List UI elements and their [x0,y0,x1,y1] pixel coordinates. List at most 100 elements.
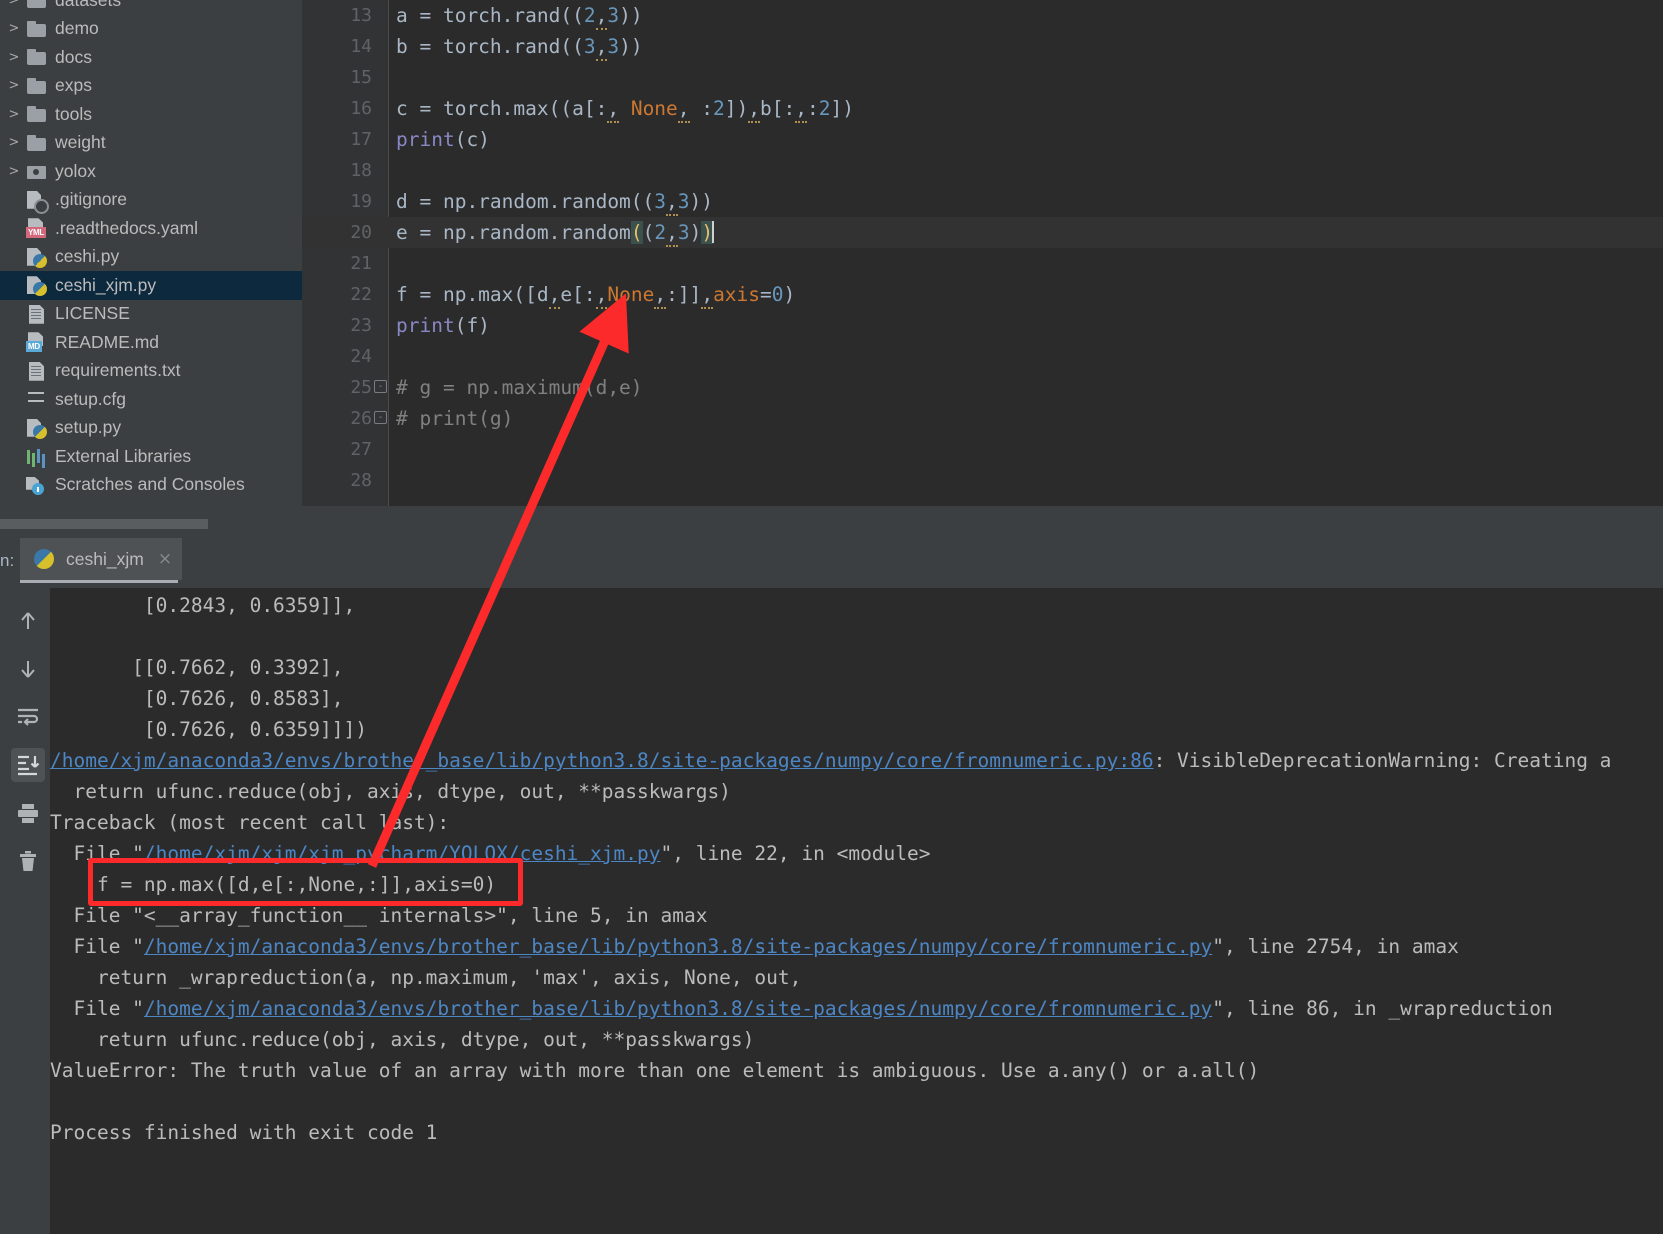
tree-item-exps[interactable]: > exps [0,72,302,101]
tree-item-demo[interactable]: > demo [0,15,302,44]
chevron-right-icon[interactable]: > [4,21,24,36]
tree-item-datasets[interactable]: > datasets [0,0,302,15]
line-number: 18 [350,160,372,181]
code-line[interactable]: 24 [302,341,1663,372]
console-line: return _wrapreduction(a, np.maximum, 'ma… [50,966,802,989]
project-tree-horizontal-scrollbar[interactable] [0,519,208,529]
tree-item-scratches-and-consoles[interactable]: Scratches and Consoles [0,471,302,500]
tree-item-label: docs [55,46,92,67]
chevron-right-icon[interactable]: > [4,135,24,150]
console-output[interactable]: [0.2843, 0.6359]], [[0.7662, 0.3392], [0… [50,588,1663,1234]
tree-item-label: ceshi_xjm.py [55,274,157,295]
tree-item-readme-md[interactable]: MD README.md [0,328,302,357]
file-link[interactable]: /home/xjm/anaconda3/envs/brother_base/li… [144,935,1212,958]
tree-item-weight[interactable]: > weight [0,129,302,158]
source-folder-icon [24,160,50,182]
tree-item-label: LICENSE [55,303,130,324]
chevron-right-icon[interactable]: > [4,50,24,65]
tree-item-label: tools [55,103,92,124]
text-file-icon [24,360,50,382]
code-line[interactable]: 17 print(c) [302,124,1663,155]
code-line[interactable]: 16 c = torch.max((a[:, None, :2]),b[:,:2]… [302,93,1663,124]
code-line[interactable]: 20 e = np.random.random((2,3)) [302,217,1663,248]
code-line[interactable]: 22 f = np.max([d,e[:,None,:]],axis=0) [302,279,1663,310]
console-line: [0.7626, 0.8583], [50,687,344,710]
tree-item-yolox[interactable]: > yolox [0,157,302,186]
soft-wrap-icon[interactable] [11,700,45,734]
arrow-down-icon[interactable] [11,652,45,686]
tree-item--readthedocs-yaml[interactable]: YML .readthedocs.yaml [0,214,302,243]
close-icon[interactable]: × [158,549,172,569]
console-line: File "/home/xjm/anaconda3/envs/brother_b… [50,997,1553,1020]
code-editor[interactable]: 13 a = torch.rand((2,3)) 14 b = torch.rand(… [302,0,1663,506]
code-text: b = torch.rand((3,3)) [396,31,643,62]
tree-item-label: .gitignore [55,189,127,210]
code-fold-icon[interactable]: - [374,380,387,393]
file-link[interactable]: /home/xjm/anaconda3/envs/brother_base/li… [144,997,1212,1020]
line-number: 25 [350,377,372,398]
line-number: 22 [350,284,372,305]
file-type-badge: YML [26,227,46,239]
folder-icon [24,0,50,11]
editor-bottom-filler [302,506,1663,538]
line-number: 19 [350,191,372,212]
file-link[interactable]: /home/xjm/anaconda3/envs/brother_base/li… [50,749,1154,772]
code-line[interactable]: 25- # g = np.maximum(d,e) [302,372,1663,403]
code-fold-icon[interactable]: - [374,411,387,424]
chevron-right-icon[interactable]: > [4,164,24,179]
editor-code-area[interactable]: 13 a = torch.rand((2,3)) 14 b = torch.rand(… [302,0,1663,496]
folder-icon [24,18,50,40]
code-text: # g = np.maximum(d,e) [396,376,643,399]
line-number: 17 [350,129,372,150]
line-number: 24 [350,346,372,367]
code-line[interactable]: 21 [302,248,1663,279]
tree-item-tools[interactable]: > tools [0,100,302,129]
tree-item-label: requirements.txt [55,360,181,381]
file-type-badge: MD [26,341,42,353]
scroll-to-end-icon[interactable] [11,748,45,782]
scratches-icon [24,474,50,496]
code-line[interactable]: 27 [302,434,1663,465]
code-text: print(f) [396,314,490,337]
chevron-right-icon[interactable]: > [4,107,24,122]
code-line[interactable]: 13 a = torch.rand((2,3)) [302,0,1663,31]
console-line: /home/xjm/anaconda3/envs/brother_base/li… [50,749,1612,772]
tree-item-label: setup.py [55,417,122,438]
arrow-up-icon[interactable] [11,604,45,638]
code-line[interactable]: 23 print(f) [302,310,1663,341]
code-text: a = torch.rand((2,3)) [396,0,643,31]
tree-item-docs[interactable]: > docs [0,43,302,72]
code-line[interactable]: 19 d = np.random.random((3,3)) [302,186,1663,217]
console-line: return ufunc.reduce(obj, axis, dtype, ou… [50,1028,755,1051]
chevron-right-icon[interactable]: > [4,78,24,93]
tree-item-setup-py[interactable]: setup.py [0,414,302,443]
folder-icon [24,132,50,154]
code-line[interactable]: 28 [302,465,1663,496]
chevron-right-icon[interactable]: > [4,0,24,8]
tree-item-setup-cfg[interactable]: setup.cfg [0,385,302,414]
python-file-icon [24,417,50,439]
run-toolbar [6,588,50,1234]
markdown-file-icon: MD [24,331,50,353]
code-text: e = np.random.random((2,3)) [396,217,715,248]
tree-item-ceshi-xjm-py[interactable]: ceshi_xjm.py [0,271,302,300]
code-line[interactable]: 26- # print(g) [302,403,1663,434]
project-tree-panel[interactable]: > datasets > demo > docs > exps > tools > weight > yo… [0,0,302,538]
ide-window: > datasets > demo > docs > exps > tools > weight > yo… [0,0,1663,1234]
code-line[interactable]: 14 b = torch.rand((3,3)) [302,31,1663,62]
tree-item--gitignore[interactable]: .gitignore [0,186,302,215]
line-number: 20 [350,222,372,243]
code-line[interactable]: 15 [302,62,1663,93]
trash-icon[interactable] [11,844,45,878]
run-configuration-tab[interactable]: ceshi_xjm × [20,538,183,580]
print-icon[interactable] [11,796,45,830]
tree-item-requirements-txt[interactable]: requirements.txt [0,357,302,386]
tree-item-license[interactable]: LICENSE [0,300,302,329]
code-text: # print(g) [396,407,514,430]
line-number: 28 [350,470,372,491]
code-line[interactable]: 18 [302,155,1663,186]
tree-item-ceshi-py[interactable]: ceshi.py [0,243,302,272]
tree-item-label: yolox [55,160,96,181]
tree-item-external-libraries[interactable]: External Libraries [0,442,302,471]
tree-item-label: setup.cfg [55,388,127,409]
